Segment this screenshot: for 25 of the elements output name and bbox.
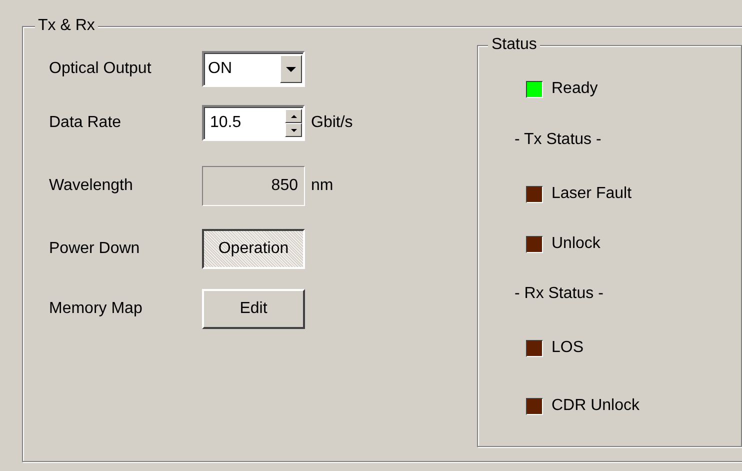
field-label: Wavelength xyxy=(49,177,134,195)
section-heading: - Tx Status - xyxy=(514,131,602,149)
caret-icon xyxy=(286,66,296,72)
section-heading: - Rx Status - xyxy=(514,285,604,303)
field-label: Optical Output xyxy=(49,60,152,78)
dropdown[interactable]: ON xyxy=(202,51,305,87)
status-label: Unlock xyxy=(551,235,600,253)
readonly-field: 850 xyxy=(202,166,305,206)
status-label: Laser Fault xyxy=(551,185,632,203)
spinner-field[interactable]: 10.5 xyxy=(202,105,305,141)
status-label: CDR Unlock xyxy=(551,397,640,415)
field-label: Memory Map xyxy=(49,300,144,318)
status-label: LOS xyxy=(551,339,584,357)
edit-button[interactable]: Edit xyxy=(202,289,305,329)
down-arrow-icon xyxy=(290,128,296,132)
up-arrow-icon xyxy=(290,114,296,118)
unit-label: nm xyxy=(311,177,334,195)
spin-down-button[interactable] xyxy=(285,123,302,137)
field-label: Data Rate xyxy=(49,114,122,132)
field-label: Power Down xyxy=(49,240,141,258)
unit-label: Gbit/s xyxy=(311,114,353,132)
toggle-button[interactable]: Operation xyxy=(202,229,305,269)
status-label: Ready xyxy=(551,80,598,98)
spin-up-button[interactable] xyxy=(285,109,302,123)
dropdown-button[interactable] xyxy=(280,55,302,83)
